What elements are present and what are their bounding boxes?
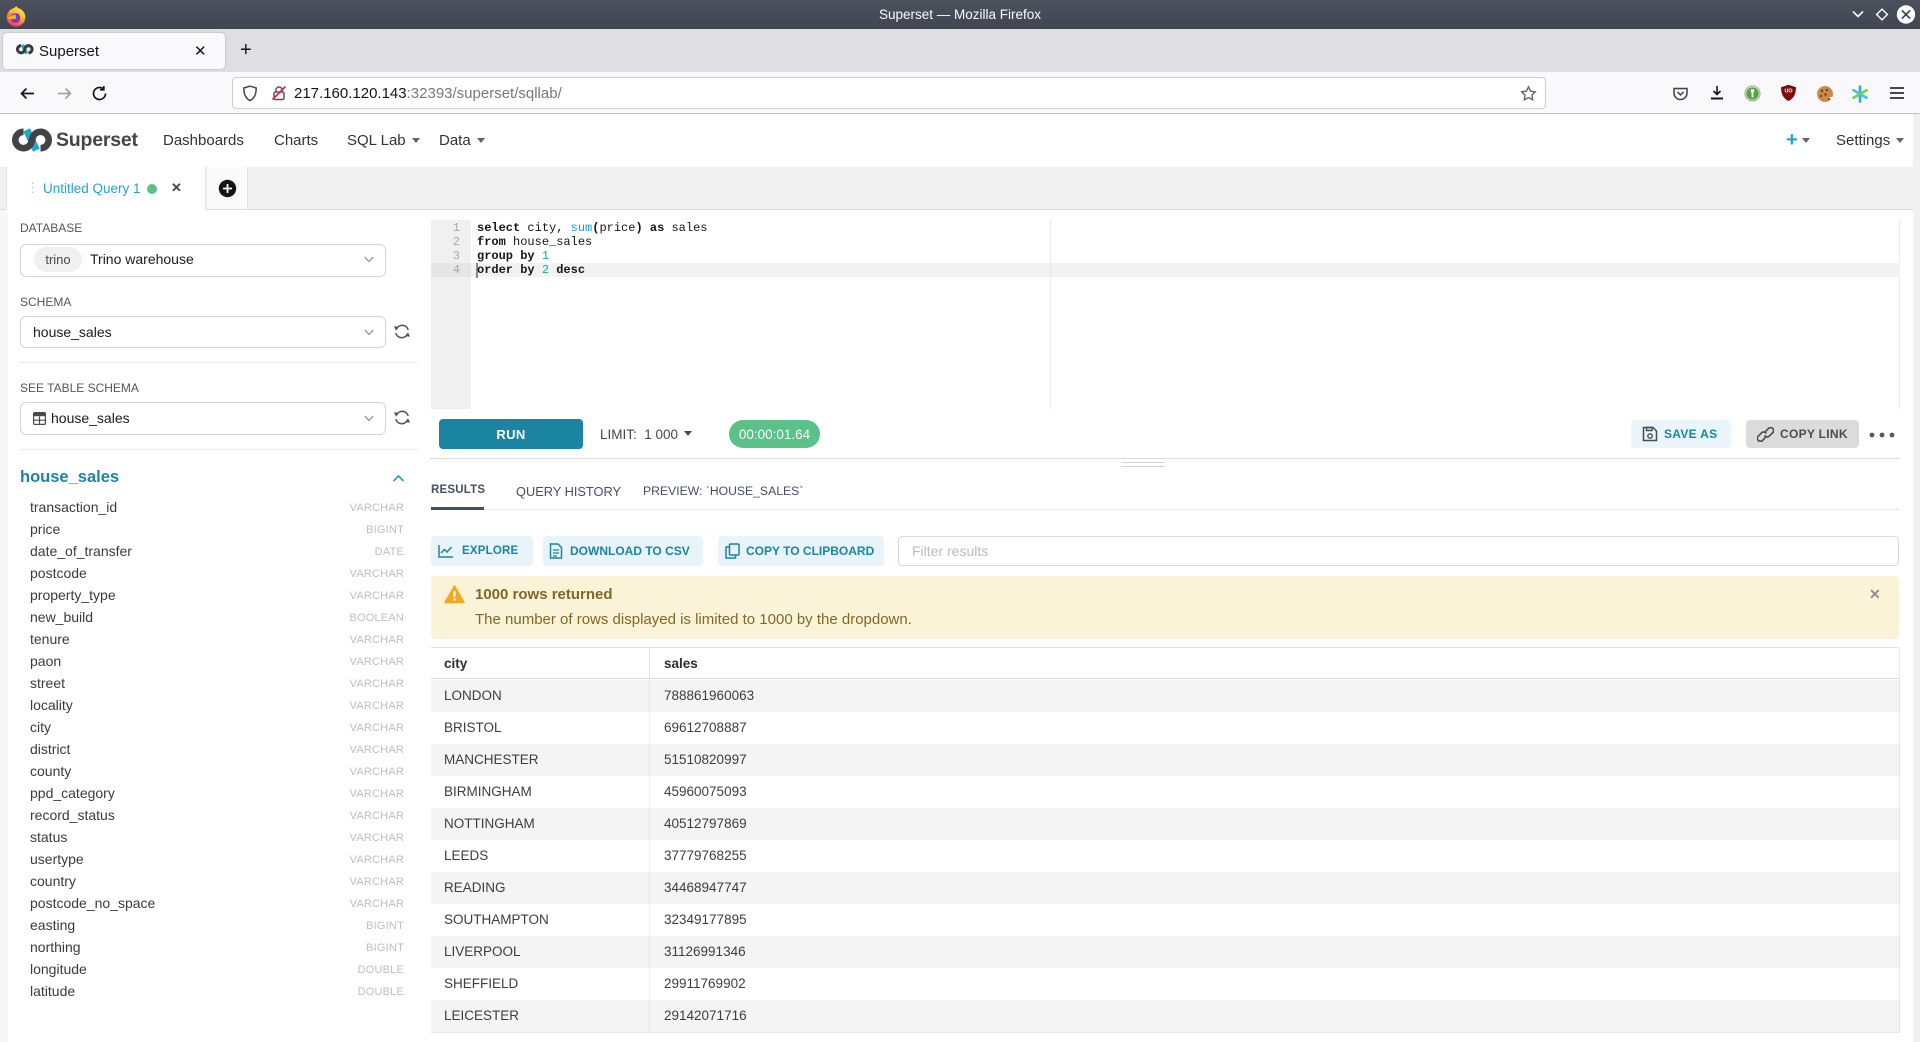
svg-text:UO: UO <box>1784 89 1792 95</box>
